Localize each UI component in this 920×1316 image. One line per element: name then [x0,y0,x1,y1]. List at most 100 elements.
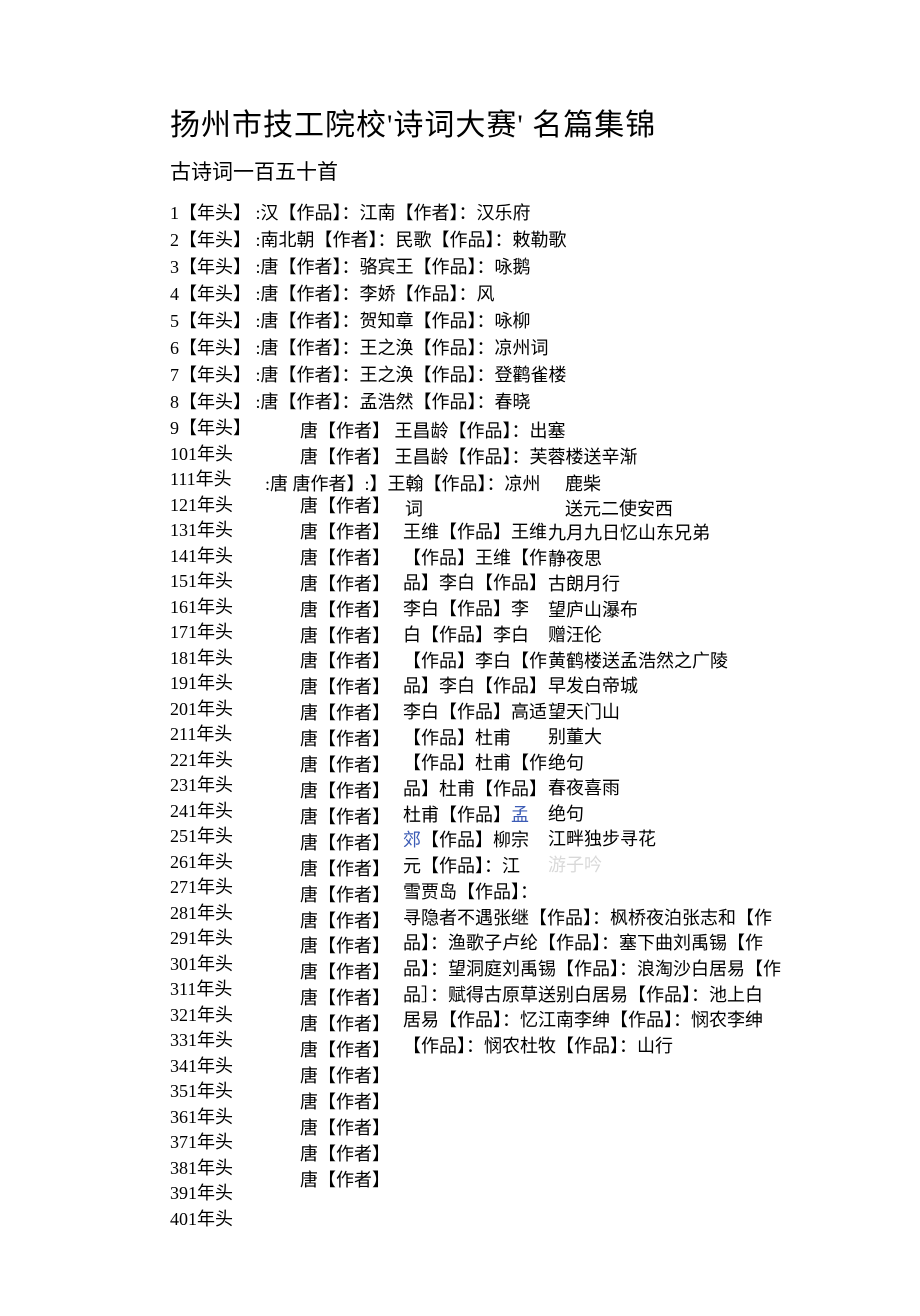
poem-title: 九月九日忆山东兄弟 [548,521,728,547]
left-cell: 221年头 [170,748,251,774]
author-fragment: 品】：望洞庭刘禹锡【作品】：浪淘沙白居易【作 [403,957,781,983]
entry-row: 7【年头】 :唐【作者】：王之涣【作品】：登鹳雀楼 [170,362,920,389]
poem-title: 别董大 [548,725,728,751]
entry-row: 3【年头】 :唐【作者】：骆宾王【作品】：咏鹅 [170,254,920,281]
poem-title: 春夜喜雨 [548,776,728,802]
entry-row: 8【年头】 :唐【作者】：孟浩然【作品】：春晓 [170,389,920,416]
poem-title: 江畔独步寻花 [548,827,728,853]
title-column: 九月九日忆山东兄弟静夜思古朗月行望庐山瀑布赠汪伦黄鹤楼送孟浩然之广陵早发白帝城望… [548,521,728,878]
poem-title: 静夜思 [548,547,728,573]
left-cell: 371年头 [170,1130,251,1156]
entry-9-text: 唐【作者】 王昌龄【作品】：出塞 [300,417,566,443]
mid-cell: 唐【作者】 [300,598,390,624]
mid-cell: 唐【作者】 [300,727,390,753]
mid-cell: 唐【作者】 [300,572,390,598]
author-fragment: 雪贾岛【作品】： [403,880,781,906]
left-cell: 181年头 [170,646,251,672]
meng-blue-text: 孟 [511,805,529,825]
poem-title: 早发白帝城 [548,674,728,700]
poem-title: 黄鹤楼送孟浩然之广陵 [548,649,728,675]
left-cell: 161年头 [170,595,251,621]
simple-entry-list: 1【年头】 :汉【作品】：江南【作者】：汉乐府2【年头】 :南北朝【作者】：民歌… [170,200,920,416]
left-cell: 321年头 [170,1003,251,1029]
left-cell: 401年头 [170,1207,251,1233]
mid-column: 唐【作者】唐【作者】唐【作者】唐【作者】唐【作者】唐【作者】唐【作者】唐【作者】… [300,494,390,1193]
entry-row: 5【年头】 :唐【作者】：贺知章【作品】：咏柳 [170,308,920,335]
left-cell: 351年头 [170,1079,251,1105]
left-cell: 301年头 [170,952,251,978]
fragment-luchai: 鹿柴 [565,470,601,496]
left-cell: 9【年头】 [170,416,251,442]
mid-cell: 唐【作者】 [300,520,390,546]
mid-cell: 唐【作者】 [300,701,390,727]
mid-cell: 唐【作者】 [300,831,390,857]
left-cell: 121年头 [170,493,251,519]
author-fragment: 品］：赋得古原草送别白居易【作品】：池上白 [403,983,781,1009]
author-fragment: 居易【作品】：忆江南李绅【作品】：悯农李绅 [403,1008,781,1034]
left-cell: 211年头 [170,722,251,748]
poem-title: 古朗月行 [548,572,728,598]
left-cell: 391年头 [170,1181,251,1207]
mid-cell: 唐【作者】 [300,1168,390,1194]
mid-cell: 唐【作者】 [300,1090,390,1116]
poem-title: 绝句 [548,751,728,777]
left-cell: 201年头 [170,697,251,723]
author-fragment: 品】：渔歌子卢纶【作品】：塞下曲刘禹锡【作 [403,931,781,957]
mid-cell: 唐【作者】 [300,986,390,1012]
complex-layout: 9【年头】101年头111年头121年头131年头141年头151年头161年头… [170,416,920,1256]
mid-cell: 唐【作者】 [300,1142,390,1168]
poem-title: 望庐山瀑布 [548,598,728,624]
left-cell: 151年头 [170,569,251,595]
left-cell: 361年头 [170,1105,251,1131]
entry-11-text: :唐 唐作者】:】王翰【作品】：凉州 [265,470,541,496]
mid-cell: 唐【作者】 [300,753,390,779]
author-fragment: 【作品】：悯农杜牧【作品】：山行 [403,1034,781,1060]
entry-10-text: 唐【作者】 王昌龄【作品】：芙蓉楼送辛渐 [300,443,638,469]
left-column: 9【年头】101年头111年头121年头131年头141年头151年头161年头… [170,416,251,1232]
entry-row: 1【年头】 :汉【作品】：江南【作者】：汉乐府 [170,200,920,227]
page-subtitle: 古诗词一百五十首 [170,156,920,186]
mid-cell: 唐【作者】 [300,1064,390,1090]
fragment-send: 送元二使安西 [565,495,673,521]
page-title: 扬州市技工院校'诗词大赛' 名篇集锦 [170,100,920,144]
entry-row: 6【年头】 :唐【作者】：王之涣【作品】：凉州词 [170,335,920,362]
left-cell: 141年头 [170,544,251,570]
left-cell: 341年头 [170,1054,251,1080]
mid-cell: 唐【作者】 [300,960,390,986]
author-fragment: 寻隐者不遇张继【作品】：枫桥夜泊张志和【作 [403,906,781,932]
left-cell: 111年头 [170,467,251,493]
left-cell: 281年头 [170,901,251,927]
left-cell: 331年头 [170,1028,251,1054]
left-cell: 101年头 [170,442,251,468]
mid-cell: 唐【作者】 [300,624,390,650]
left-cell: 191年头 [170,671,251,697]
poem-title: 绝句 [548,802,728,828]
mid-cell: 唐【作者】 [300,779,390,805]
mid-cell: 唐【作者】 [300,675,390,701]
left-cell: 231年头 [170,773,251,799]
poem-title: 游子吟 [548,853,728,879]
entry-row: 2【年头】 :南北朝【作者】：民歌【作品】：敕勒歌 [170,227,920,254]
left-cell: 251年头 [170,824,251,850]
left-cell: 291年头 [170,926,251,952]
mid-cell: 唐【作者】 [300,909,390,935]
fragment-ci: 词 [405,495,423,521]
poem-title: 赠汪伦 [548,623,728,649]
mid-cell: 唐【作者】 [300,1116,390,1142]
mid-cell: 唐【作者】 [300,1012,390,1038]
mid-cell: 唐【作者】 [300,857,390,883]
left-cell: 271年头 [170,875,251,901]
jiao-blue-text: 郊 [403,830,421,850]
left-cell: 131年头 [170,518,251,544]
left-cell: 241年头 [170,799,251,825]
entry-row: 4【年头】 :唐【作者】：李娇【作品】：风 [170,281,920,308]
mid-cell: 唐【作者】 [300,1038,390,1064]
poem-title: 望天门山 [548,700,728,726]
left-cell: 311年头 [170,977,251,1003]
mid-cell: 唐【作者】 [300,805,390,831]
mid-cell: 唐【作者】 [300,934,390,960]
left-cell: 261年头 [170,850,251,876]
left-cell: 381年头 [170,1156,251,1182]
mid-cell: 唐【作者】 [300,883,390,909]
mid-cell: 唐【作者】 [300,546,390,572]
